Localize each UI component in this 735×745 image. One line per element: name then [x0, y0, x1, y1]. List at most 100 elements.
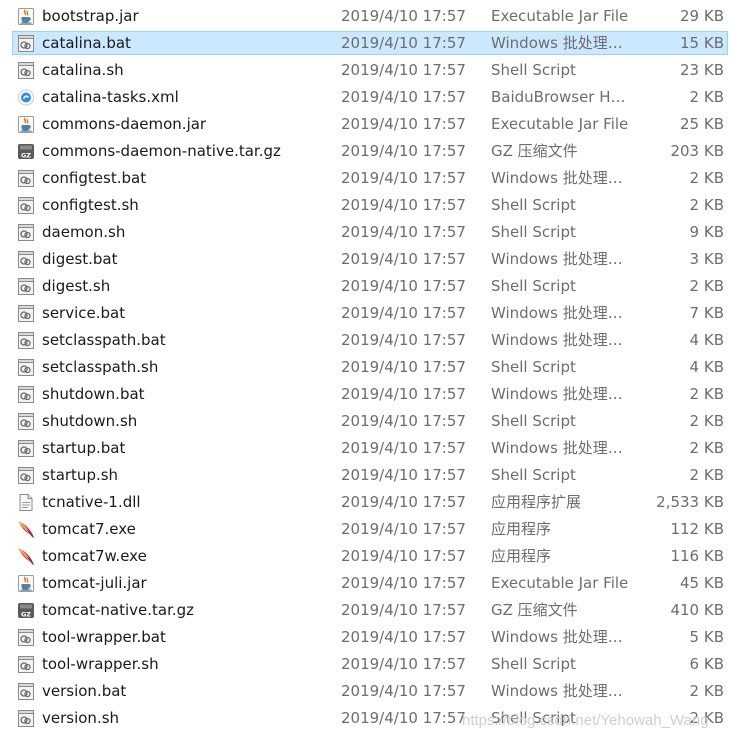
file-row[interactable]: configtest.bat 2019/4/10 17:57 Windows 批处理… [0, 165, 735, 192]
file-row[interactable]: bootstrap.jar 2019/4/10 17:57 Executable J… [0, 3, 735, 30]
file-modified-date: 2019/4/10 17:57 [341, 412, 466, 430]
file-size: 2 KB [689, 169, 724, 187]
file-row[interactable]: configtest.sh 2019/4/10 17:57 Shell Script… [0, 192, 735, 219]
file-modified-date: 2019/4/10 17:57 [341, 196, 466, 214]
file-modified-date: 2019/4/10 17:57 [341, 655, 466, 673]
file-modified-date: 2019/4/10 17:57 [341, 169, 466, 187]
file-modified-date: 2019/4/10 17:57 [341, 223, 466, 241]
file-modified-date: 2019/4/10 17:57 [341, 331, 466, 349]
file-list: bootstrap.jar 2019/4/10 17:57 Executable J… [0, 3, 735, 732]
file-row[interactable]: tool-wrapper.bat 2019/4/10 17:57 Windows 批… [0, 624, 735, 651]
file-modified-date: 2019/4/10 17:57 [341, 493, 466, 511]
file-modified-date: 2019/4/10 17:57 [341, 358, 466, 376]
file-type: Shell Script [491, 466, 576, 484]
file-name: digest.bat [42, 250, 118, 268]
script-file-icon [17, 709, 35, 728]
file-size: 116 KB [670, 547, 724, 565]
file-name: tcnative-1.dll [42, 493, 141, 511]
script-file-icon [17, 331, 35, 350]
file-name: version.bat [42, 682, 127, 700]
file-modified-date: 2019/4/10 17:57 [341, 34, 466, 52]
file-size: 4 KB [689, 358, 724, 376]
file-row[interactable]: setclasspath.sh 2019/4/10 17:57 Shell Scri… [0, 354, 735, 381]
java-jar-icon [17, 115, 35, 134]
file-row[interactable]: GZ tomcat-native.tar.gz 2019/4/10 17:57 GZ … [0, 597, 735, 624]
file-row[interactable]: catalina.sh 2019/4/10 17:57 Shell Script 23… [0, 57, 735, 84]
file-type: Windows 批处理… [491, 304, 623, 322]
file-name: version.sh [42, 709, 120, 727]
file-type: Windows 批处理… [491, 628, 623, 646]
file-modified-date: 2019/4/10 17:57 [341, 250, 466, 268]
file-name: tomcat-native.tar.gz [42, 601, 195, 619]
file-size: 2 KB [689, 196, 724, 214]
file-row[interactable]: shutdown.bat 2019/4/10 17:57 Windows 批处理… 2… [0, 381, 735, 408]
file-modified-date: 2019/4/10 17:57 [341, 466, 466, 484]
file-modified-date: 2019/4/10 17:57 [341, 277, 466, 295]
file-row[interactable]: setclasspath.bat 2019/4/10 17:57 Windows 批… [0, 327, 735, 354]
file-modified-date: 2019/4/10 17:57 [341, 142, 466, 160]
file-modified-date: 2019/4/10 17:57 [341, 520, 466, 538]
file-name: commons-daemon.jar [42, 115, 207, 133]
script-file-icon [17, 196, 35, 215]
file-size: 2 KB [689, 88, 724, 106]
java-jar-icon [17, 574, 35, 593]
file-name: catalina-tasks.xml [42, 88, 179, 106]
script-file-icon [17, 385, 35, 404]
file-name: configtest.bat [42, 169, 147, 187]
file-row[interactable]: shutdown.sh 2019/4/10 17:57 Shell Script 2 … [0, 408, 735, 435]
script-file-icon [17, 304, 35, 323]
file-size: 2 KB [689, 385, 724, 403]
script-file-icon [17, 655, 35, 674]
file-row[interactable]: GZ commons-daemon-native.tar.gz 2019/4/10 … [0, 138, 735, 165]
file-name: tool-wrapper.sh [42, 655, 159, 673]
script-file-icon [17, 223, 35, 242]
file-type: Executable Jar File [491, 115, 629, 133]
file-name: startup.sh [42, 466, 119, 484]
file-size: 2 KB [689, 682, 724, 700]
file-type: Shell Script [491, 358, 576, 376]
file-row[interactable]: digest.bat 2019/4/10 17:57 Windows 批处理… 3 K… [0, 246, 735, 273]
gz-archive-icon: GZ [17, 142, 35, 161]
file-name: daemon.sh [42, 223, 126, 241]
file-row[interactable]: tomcat7w.exe 2019/4/10 17:57 应用程序 116 KB [0, 543, 735, 570]
file-type: Windows 批处理… [491, 682, 623, 700]
file-row[interactable]: commons-daemon.jar 2019/4/10 17:57 Executa… [0, 111, 735, 138]
script-file-icon [17, 169, 35, 188]
file-type: Shell Script [491, 277, 576, 295]
file-type: 应用程序 [491, 547, 552, 565]
script-file-icon [17, 277, 35, 296]
file-row[interactable]: digest.sh 2019/4/10 17:57 Shell Script 2 KB [0, 273, 735, 300]
file-row[interactable]: tomcat7.exe 2019/4/10 17:57 应用程序 112 KB [0, 516, 735, 543]
script-file-icon [17, 628, 35, 647]
file-row[interactable]: catalina-tasks.xml 2019/4/10 17:57 BaiduBr… [0, 84, 735, 111]
file-row[interactable]: tcnative-1.dll 2019/4/10 17:57 应用程序扩展 2,533… [0, 489, 735, 516]
svg-text:GZ: GZ [21, 611, 31, 619]
dll-file-icon [17, 493, 35, 512]
file-row[interactable]: startup.bat 2019/4/10 17:57 Windows 批处理… 2 … [0, 435, 735, 462]
file-type: Windows 批处理… [491, 250, 623, 268]
file-name: shutdown.bat [42, 385, 145, 403]
file-row[interactable]: service.bat 2019/4/10 17:57 Windows 批处理… 7 … [0, 300, 735, 327]
file-row[interactable]: catalina.bat 2019/4/10 17:57 Windows 批处理… 1… [0, 30, 735, 57]
file-size: 45 KB [680, 574, 724, 592]
svg-text:GZ: GZ [21, 152, 31, 160]
file-modified-date: 2019/4/10 17:57 [341, 439, 466, 457]
file-type: 应用程序 [491, 520, 552, 538]
file-modified-date: 2019/4/10 17:57 [341, 304, 466, 322]
file-modified-date: 2019/4/10 17:57 [341, 601, 466, 619]
file-size: 112 KB [670, 520, 724, 538]
file-modified-date: 2019/4/10 17:57 [341, 574, 466, 592]
file-type: Shell Script [491, 655, 576, 673]
script-file-icon [17, 34, 35, 53]
file-row[interactable]: tomcat-juli.jar 2019/4/10 17:57 Executable… [0, 570, 735, 597]
file-row[interactable]: daemon.sh 2019/4/10 17:57 Shell Script 9 KB [0, 219, 735, 246]
file-row[interactable]: startup.sh 2019/4/10 17:57 Shell Script 2 K… [0, 462, 735, 489]
file-name: bootstrap.jar [42, 7, 139, 25]
file-modified-date: 2019/4/10 17:57 [341, 88, 466, 106]
file-row[interactable]: tool-wrapper.sh 2019/4/10 17:57 Shell Scri… [0, 651, 735, 678]
file-modified-date: 2019/4/10 17:57 [341, 547, 466, 565]
file-modified-date: 2019/4/10 17:57 [341, 385, 466, 403]
file-row[interactable]: version.bat 2019/4/10 17:57 Windows 批处理… 2 … [0, 678, 735, 705]
file-size: 2 KB [689, 277, 724, 295]
file-type: Executable Jar File [491, 7, 629, 25]
